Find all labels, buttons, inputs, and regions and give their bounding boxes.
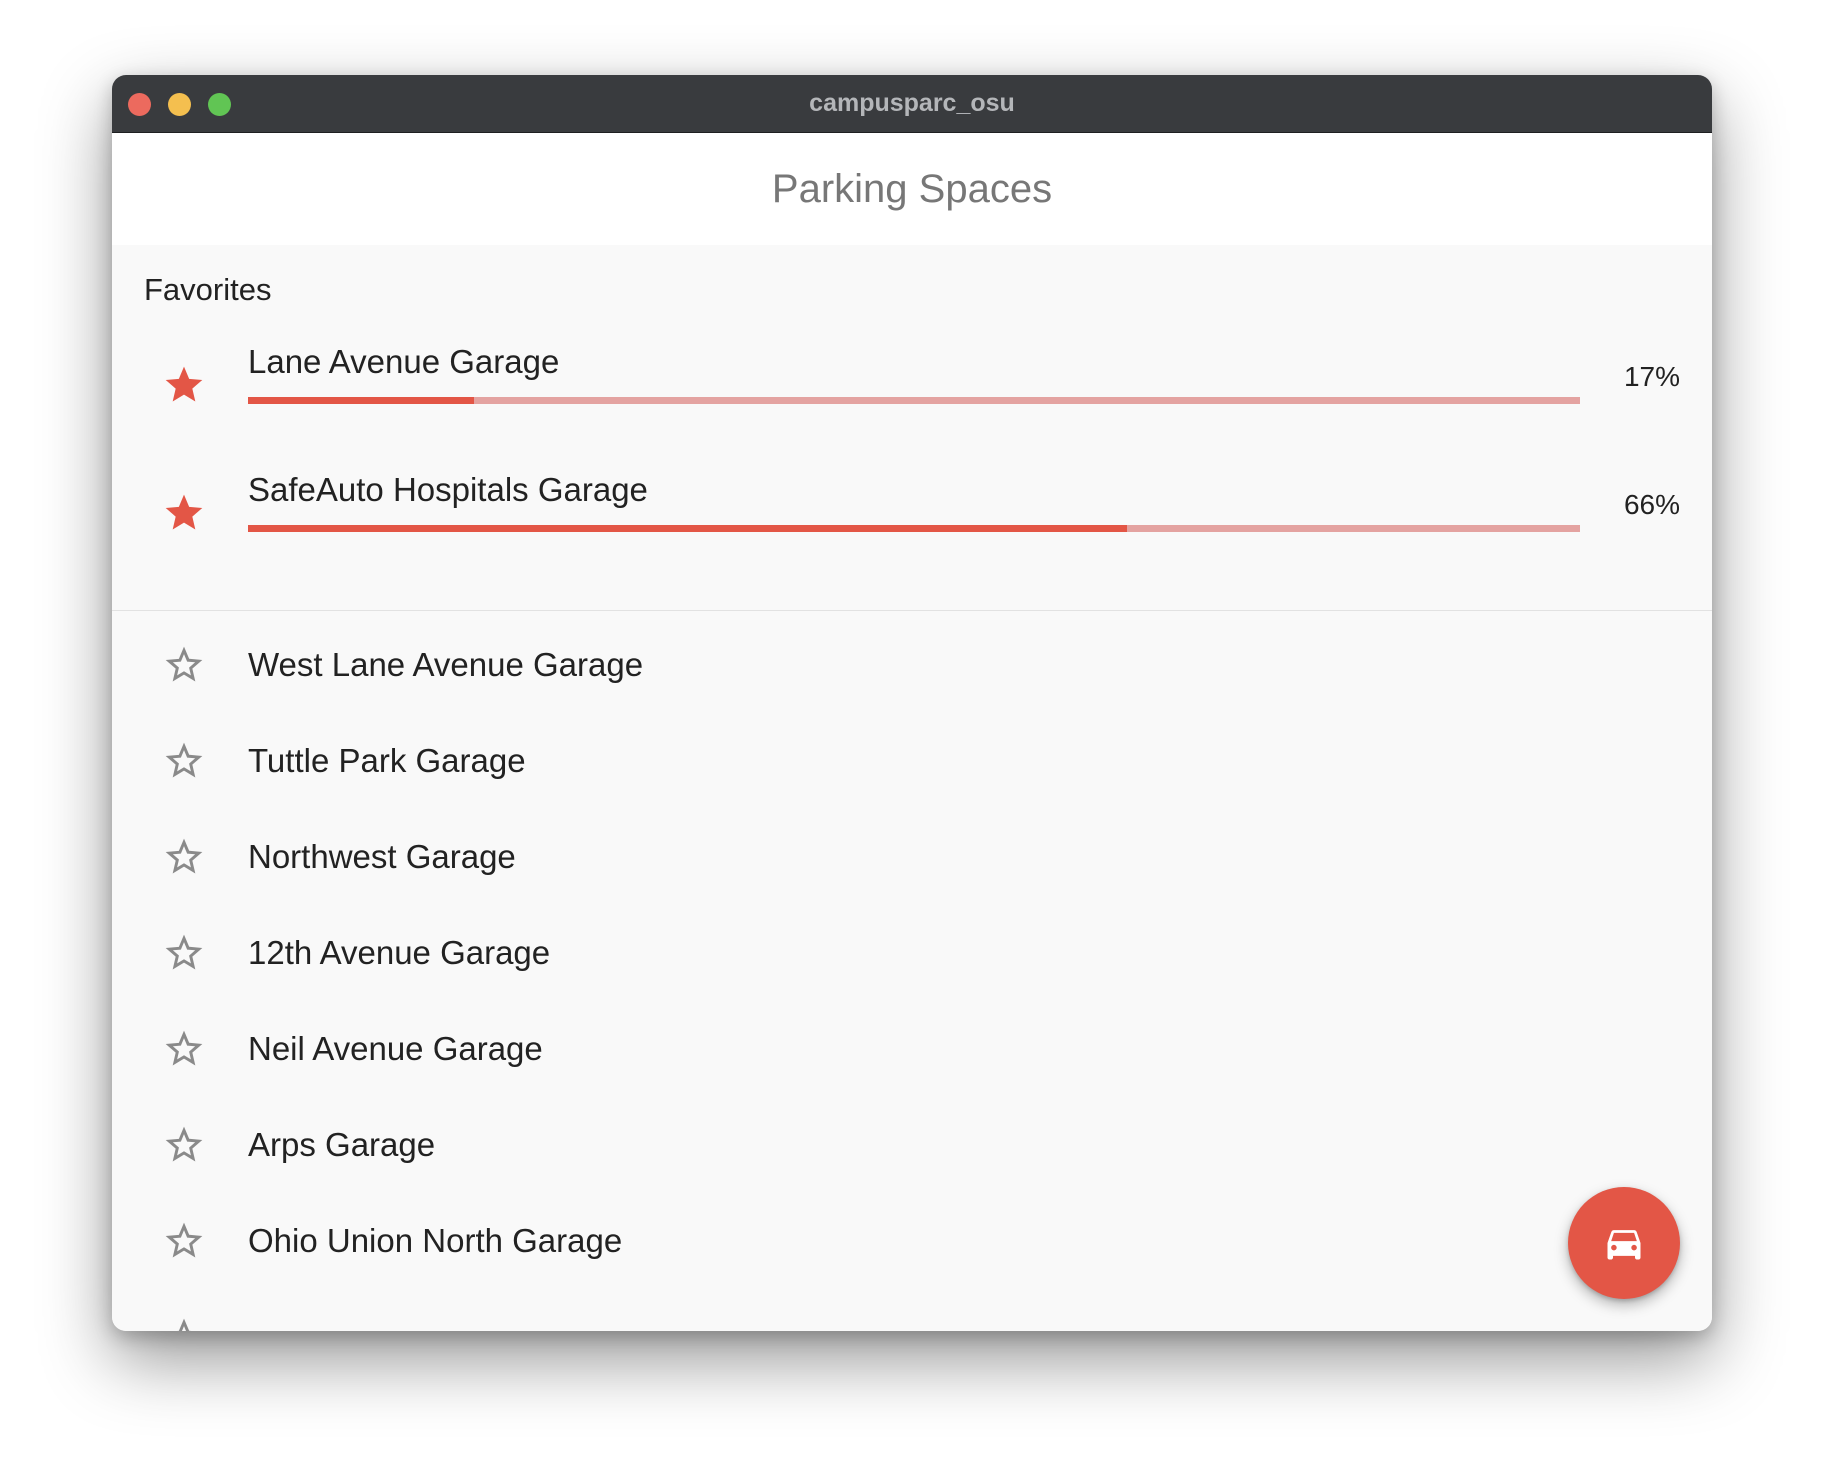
occupancy-bar (248, 525, 1580, 532)
garage-row-west-lane-avenue[interactable]: West Lane Avenue Garage (112, 617, 1712, 713)
page-title: Parking Spaces (771, 167, 1053, 211)
title-bar: campusparc_osu (112, 75, 1712, 133)
star-outline-icon[interactable] (162, 1123, 206, 1167)
star-outline-icon[interactable] (162, 1027, 206, 1071)
star-outline-icon[interactable] (162, 739, 206, 783)
occupancy-percent: 66% (1623, 489, 1680, 520)
garage-name: Ohio Union North Garage (248, 1222, 623, 1259)
occupancy-bar-fill (248, 525, 1128, 532)
garage-row-tuttle-park[interactable]: Tuttle Park Garage (112, 713, 1712, 809)
star-filled-icon[interactable] (162, 491, 206, 535)
garage-name: Northwest Garage (248, 838, 516, 875)
star-outline-icon[interactable] (162, 835, 206, 879)
garage-name: 12th Avenue Garage (248, 934, 551, 971)
favorite-row-lane-avenue-garage[interactable]: Lane Avenue Garage 17% (112, 321, 1712, 449)
star-outline-icon[interactable] (162, 643, 206, 687)
garage-name: SafeAuto Hospitals Garage (248, 471, 648, 508)
garage-name: Arps Garage (248, 1126, 436, 1163)
garage-name: Lane Avenue Garage (248, 343, 560, 380)
star-outline-icon[interactable] (162, 1219, 206, 1263)
star-outline-icon[interactable] (162, 1315, 206, 1331)
star-outline-icon[interactable] (162, 931, 206, 975)
occupancy-bar (248, 397, 1580, 404)
window-title: campusparc_osu (809, 89, 1015, 117)
garage-row-arps[interactable]: Arps Garage (112, 1097, 1712, 1193)
parking-list[interactable]: Favorites Lane Avenue Garage 17% SafeAut… (112, 245, 1712, 1331)
favorite-row-safeauto-hospitals-garage[interactable]: SafeAuto Hospitals Garage 66% (112, 449, 1712, 577)
garage-name: Tuttle Park Garage (248, 742, 526, 779)
car-icon (1607, 1230, 1641, 1260)
occupancy-bar-fill (248, 397, 475, 404)
favorites-header: Favorites (144, 272, 272, 307)
garage-row-ohio-union-north[interactable]: Ohio Union North Garage (112, 1193, 1712, 1289)
garage-name: West Lane Avenue Garage (248, 646, 644, 683)
garage-row-northwest[interactable]: Northwest Garage (112, 809, 1712, 905)
park-car-fab[interactable] (1568, 1187, 1680, 1299)
garage-row-12th-avenue[interactable]: 12th Avenue Garage (112, 905, 1712, 1001)
garage-name: Neil Avenue Garage (248, 1030, 543, 1067)
section-divider (112, 610, 1712, 611)
app-bar: Parking Spaces (112, 133, 1712, 245)
star-filled-icon[interactable] (162, 363, 206, 407)
app-window: campusparc_osu Parking Spaces Favorites … (112, 75, 1712, 1331)
garage-row-neil-avenue[interactable]: Neil Avenue Garage (112, 1001, 1712, 1097)
occupancy-percent: 17% (1623, 361, 1680, 392)
garage-row-partial[interactable] (112, 1289, 1712, 1331)
